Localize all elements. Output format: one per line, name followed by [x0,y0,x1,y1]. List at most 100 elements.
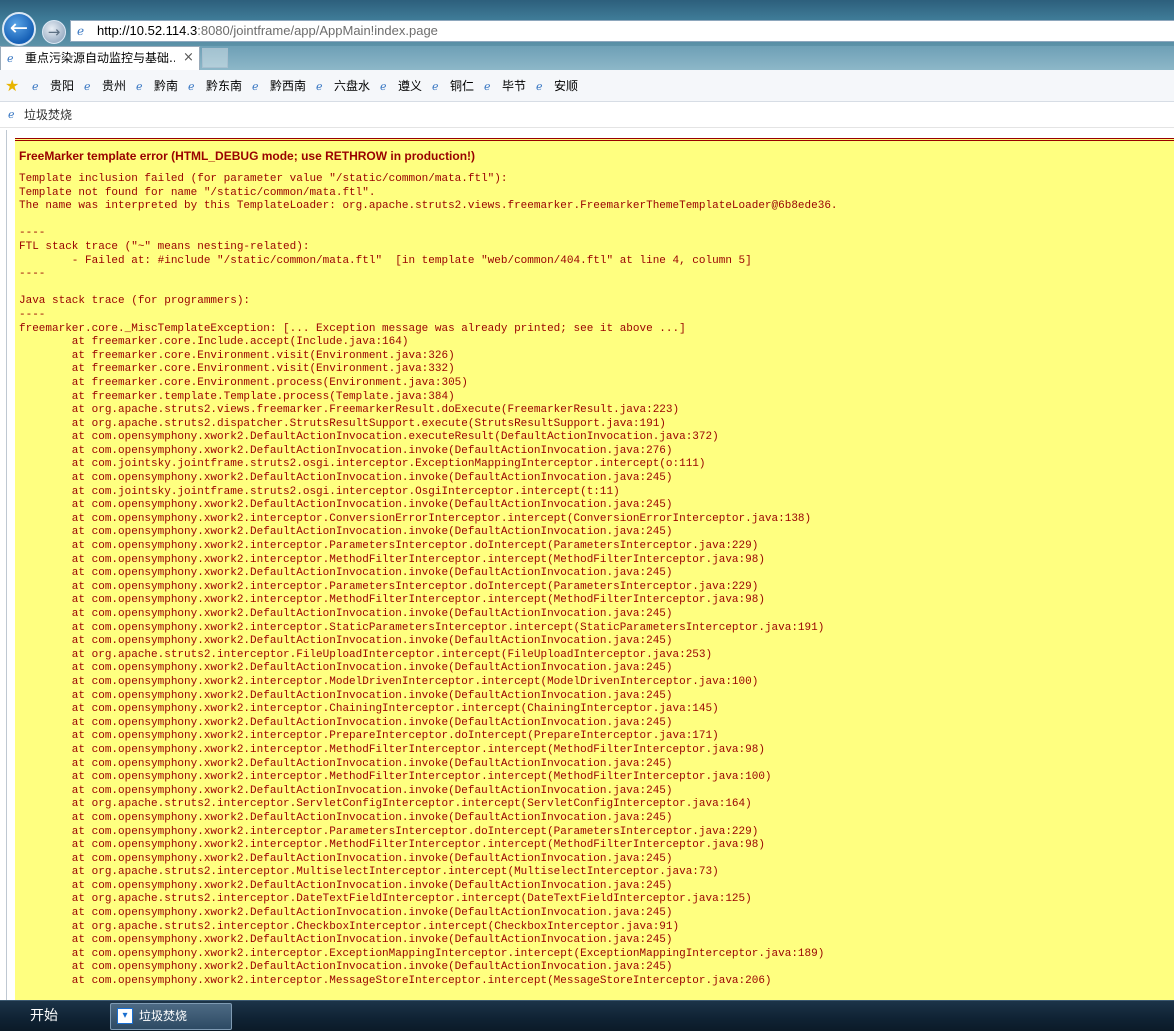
stack-trace-line: at freemarker.core.Environment.visit(Env… [19,349,455,362]
content-frame: FreeMarker template error (HTML_DEBUG mo… [6,130,1174,1000]
tab-title: 重点污染源自动监控与基础... [25,51,175,65]
favorite-link[interactable]: ℯ 黔东南 [188,77,242,95]
ie-logo-icon: ℯ [188,80,195,93]
taskbar-item[interactable]: ▾ 垃圾焚烧 [110,1003,232,1030]
stack-trace-line: at org.apache.struts2.interceptor.FileUp… [19,648,713,661]
app-window-icon: ▾ [117,1008,133,1024]
address-bar[interactable]: ℯ http://10.52.114.3:8080/jointframe/app… [70,20,1174,42]
stack-trace-line: at freemarker.core.Environment.process(E… [19,376,468,389]
stack-trace-line: at com.jointsky.jointframe.struts2.osgi.… [19,485,620,498]
stack-trace-line: at org.apache.struts2.interceptor.Multis… [19,866,719,879]
stack-trace-line: at com.opensymphony.xwork2.interceptor.C… [19,703,719,716]
stack-trace-line: at com.opensymphony.xwork2.interceptor.M… [19,975,772,988]
stack-trace-line: at freemarker.core.Environment.visit(Env… [19,363,455,376]
start-button[interactable]: 开始 [0,1001,88,1032]
ie-logo-icon: ℯ [8,108,15,121]
stack-trace-line: at org.apache.struts2.interceptor.DateTe… [19,893,752,906]
stack-trace-line: Java stack trace (for programmers): [19,295,251,308]
ie-logo-icon: ℯ [536,80,543,93]
page-header: ℯ 垃圾焚烧 [0,102,1174,128]
taskbar: 开始 ▾ 垃圾焚烧 [0,1000,1174,1031]
stack-trace-line: at freemarker.template.Template.process(… [19,390,455,403]
stack-trace-line: at com.opensymphony.xwork2.DefaultAction… [19,499,673,512]
forward-arrow-icon: → [47,23,61,41]
stack-trace-line: at com.opensymphony.xwork2.DefaultAction… [19,635,673,648]
ie-logo-icon: ℯ [84,80,91,93]
stack-trace-line: at org.apache.struts2.dispatcher.StrutsR… [19,417,666,430]
stack-trace-line: at com.opensymphony.xwork2.interceptor.E… [19,947,825,960]
stack-trace-line: at com.opensymphony.xwork2.DefaultAction… [19,757,673,770]
stack-trace-line: at com.opensymphony.xwork2.DefaultAction… [19,716,673,729]
forward-button[interactable]: → [42,20,66,44]
stack-trace-line: at com.opensymphony.xwork2.DefaultAction… [19,879,673,892]
stack-trace-line: The name was interpreted by this Templat… [19,200,838,213]
stack-trace-line: at com.opensymphony.xwork2.interceptor.M… [19,839,765,852]
back-arrow-icon: ← [9,16,29,41]
ie-logo-icon: ℯ [7,52,14,65]
favorite-link[interactable]: ℯ 遵义 [380,77,422,95]
ie-logo-icon: ℯ [316,80,323,93]
stack-trace-line: at com.opensymphony.xwork2.interceptor.M… [19,771,772,784]
stack-trace-line: at com.opensymphony.xwork2.DefaultAction… [19,662,673,675]
stack-trace-line: at org.apache.struts2.views.freemarker.F… [19,404,680,417]
ie-logo-icon: ℯ [77,24,85,38]
stack-trace-line: at com.opensymphony.xwork2.DefaultAction… [19,907,673,920]
stack-trace-line: at com.opensymphony.xwork2.DefaultAction… [19,526,673,539]
ie-logo-icon: ℯ [136,80,143,93]
new-tab-button[interactable] [202,48,228,68]
stack-trace-line: freemarker.core._MiscTemplateException: … [19,322,686,335]
stack-trace-line: at com.jointsky.jointframe.struts2.osgi.… [19,458,706,471]
stack-trace-line: at com.opensymphony.xwork2.DefaultAction… [19,961,673,974]
favorite-link[interactable]: ℯ 毕节 [484,77,526,95]
page-title: 垃圾焚烧 [24,108,73,122]
stack-trace-line: ---- [19,308,46,321]
stack-trace-line: at com.opensymphony.xwork2.interceptor.P… [19,825,759,838]
stack-trace-line: ---- [19,268,46,281]
stack-trace-line: at com.opensymphony.xwork2.DefaultAction… [19,689,673,702]
stack-trace-line: at com.opensymphony.xwork2.DefaultAction… [19,811,673,824]
favorite-link[interactable]: ℯ 贵阳 [32,77,74,95]
stack-trace-line: at com.opensymphony.xwork2.DefaultAction… [19,784,673,797]
stack-trace-line: ---- [19,227,46,240]
error-box: FreeMarker template error (HTML_DEBUG mo… [15,138,1174,1000]
favorite-link[interactable]: ℯ 铜仁 [432,77,474,95]
stack-trace-line: at freemarker.core.Include.accept(Includ… [19,336,409,349]
stack-trace-line: at com.opensymphony.xwork2.DefaultAction… [19,567,673,580]
stack-trace-line: at com.opensymphony.xwork2.DefaultAction… [19,431,719,444]
address-url[interactable]: http://10.52.114.3:8080/jointframe/app/A… [97,21,438,41]
tab-active[interactable]: ℯ 重点污染源自动监控与基础... × [0,46,200,70]
favorite-link[interactable]: ℯ 黔西南 [252,77,306,95]
stack-trace-line: at com.opensymphony.xwork2.interceptor.M… [19,743,765,756]
favorite-link[interactable]: ℯ 黔南 [136,77,178,95]
stack-trace-line: at com.opensymphony.xwork2.DefaultAction… [19,934,673,947]
ie-logo-icon: ℯ [432,80,439,93]
stack-trace-line: at org.apache.struts2.interceptor.Checkb… [19,920,680,933]
ie-logo-icon: ℯ [484,80,491,93]
stack-trace-line: Template inclusion failed (for parameter… [19,173,508,185]
stack-trace-line: Template not found for name "/static/com… [19,186,376,199]
favorites-star-icon[interactable]: ★ [5,77,23,95]
stack-trace-line: at com.opensymphony.xwork2.DefaultAction… [19,444,673,457]
ie-logo-icon: ℯ [380,80,387,93]
favorite-link[interactable]: ℯ 六盘水 [316,77,370,95]
stack-trace-line: - Failed at: #include "/static/common/ma… [19,254,752,267]
error-title: FreeMarker template error (HTML_DEBUG mo… [19,149,476,163]
favorites-bar: ★ ℯ 贵阳 ℯ 贵州 ℯ 黔南 ℯ 黔东南 ℯ 黔西南 ℯ 六盘水 ℯ 遵义 ℯ 铜仁 ℯ 毕节… [0,70,1174,102]
stack-trace-line: at com.opensymphony.xwork2.DefaultAction… [19,472,673,485]
tab-close-icon[interactable]: × [183,47,194,69]
back-button[interactable]: ← [2,12,36,46]
stack-trace-line: at org.apache.struts2.interceptor.Servle… [19,798,752,811]
stack-trace-line: FTL stack trace ("~" means nesting-relat… [19,240,310,253]
favorite-link[interactable]: ℯ 贵州 [84,77,126,95]
error-stack-trace: Template inclusion failed (for parameter… [19,173,1171,989]
favorite-link[interactable]: ℯ 安顺 [536,77,578,95]
stack-trace-line: at com.opensymphony.xwork2.interceptor.C… [19,512,812,525]
stack-trace-line: at com.opensymphony.xwork2.interceptor.P… [19,730,719,743]
ie-logo-icon: ℯ [32,80,39,93]
stack-trace-line: at com.opensymphony.xwork2.interceptor.M… [19,594,765,607]
stack-trace-line: at com.opensymphony.xwork2.interceptor.M… [19,675,759,688]
stack-trace-line: at com.opensymphony.xwork2.DefaultAction… [19,608,673,620]
ie-logo-icon: ℯ [252,80,259,93]
stack-trace-line: at com.opensymphony.xwork2.interceptor.S… [19,621,825,634]
stack-trace-line: at com.opensymphony.xwork2.interceptor.P… [19,540,759,553]
